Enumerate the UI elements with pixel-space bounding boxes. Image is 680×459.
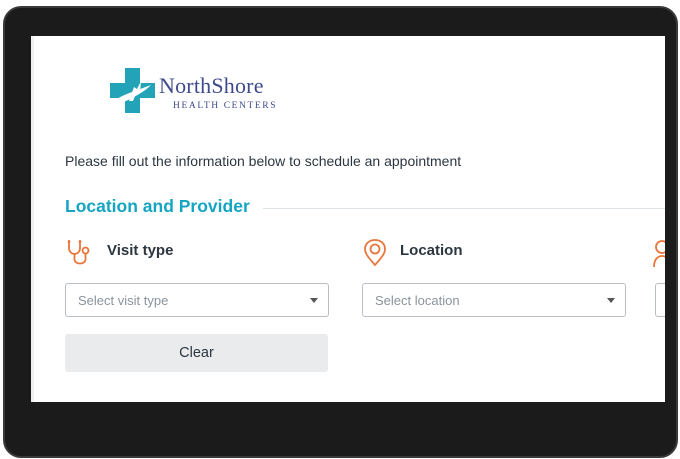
- chevron-down-icon: [607, 298, 615, 303]
- visit-type-placeholder: Select visit type: [78, 293, 169, 308]
- section-title: Location and Provider: [65, 196, 250, 216]
- clear-button[interactable]: Clear: [65, 334, 328, 372]
- northshore-logo[interactable]: NorthShore HEALTH CENTERS: [107, 65, 307, 117]
- provider-select[interactable]: [655, 283, 665, 317]
- app-screen: NorthShore HEALTH CENTERS Please fill ou…: [31, 36, 665, 432]
- brand-subtitle: HEALTH CENTERS: [173, 101, 278, 111]
- screen-bottom-bezel: [31, 402, 665, 432]
- screen-edge: [31, 36, 34, 432]
- section-header: Location and Provider: [65, 196, 665, 220]
- brand-name: NorthShore: [159, 73, 264, 98]
- location-select[interactable]: Select location: [362, 283, 626, 317]
- intro-text: Please fill out the information below to…: [65, 153, 462, 169]
- visit-type-label-row: Visit type: [65, 239, 265, 265]
- device-frame: NorthShore HEALTH CENTERS Please fill ou…: [3, 6, 678, 458]
- location-label: Location: [400, 242, 463, 259]
- location-placeholder: Select location: [375, 293, 460, 308]
- medical-cross-logo-icon: [110, 68, 155, 113]
- visit-type-label: Visit type: [107, 242, 174, 259]
- visit-type-select[interactable]: Select visit type: [65, 283, 329, 317]
- map-pin-icon: [364, 239, 386, 267]
- provider-person-icon: [653, 240, 665, 268]
- section-divider: [263, 208, 665, 209]
- location-label-row: Location: [362, 239, 562, 267]
- stethoscope-icon: [67, 240, 90, 265]
- chevron-down-icon: [310, 298, 318, 303]
